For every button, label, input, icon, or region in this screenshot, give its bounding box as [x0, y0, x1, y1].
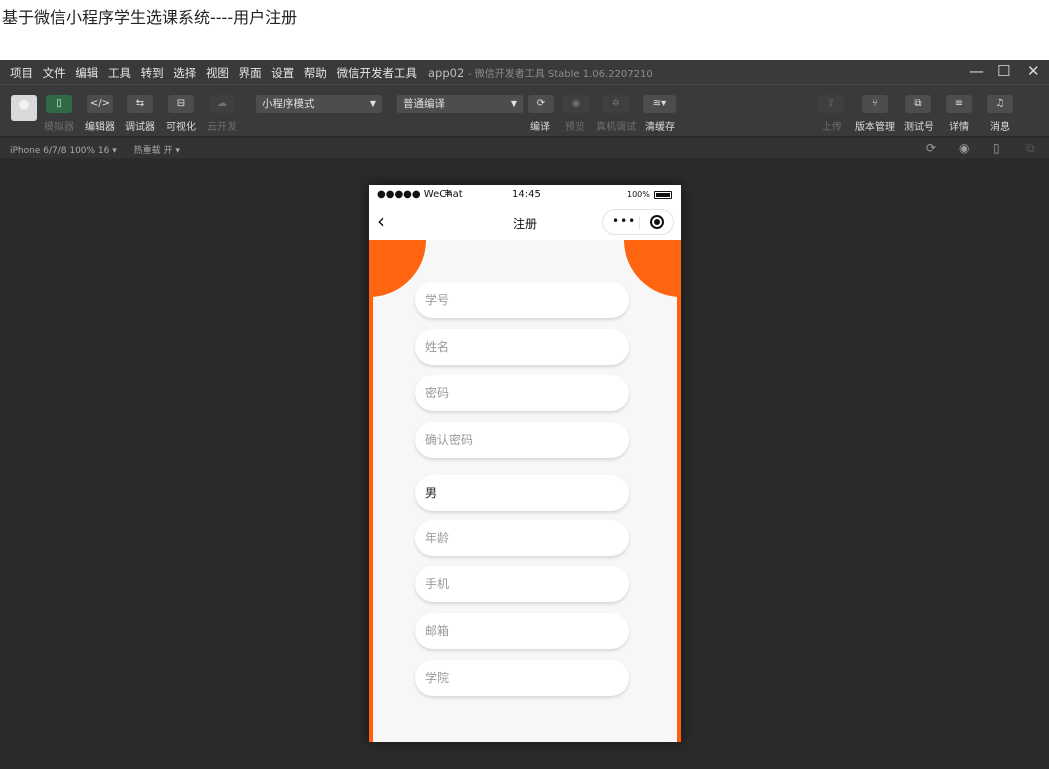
device-select[interactable]: iPhone 6/7/8 100% 16 ▾ [10, 146, 117, 156]
menu-item-tools[interactable]: 工具 [108, 66, 131, 80]
password-field[interactable] [415, 375, 629, 411]
confirm-password-input[interactable] [425, 423, 615, 457]
details-label: 详情 [949, 122, 969, 133]
window-title: app02 - 微信开发者工具 Stable 1.06.2207210 [428, 65, 653, 80]
minimize-icon[interactable]: — [969, 62, 984, 80]
phone-status-bar: ●●●●● WeChat ≋ 14:45 100% [369, 185, 681, 205]
menu-item-devtools[interactable]: 微信开发者工具 [337, 66, 418, 80]
devtools-window: 项目 文件 编辑 工具 转到 选择 视图 界面 设置 帮助 微信开发者工具 ap… [0, 60, 1049, 769]
accent-edge-right [677, 240, 681, 742]
chevron-down-icon: ▼ [510, 99, 517, 108]
menu-bar: 项目 文件 编辑 工具 转到 选择 视图 界面 设置 帮助 微信开发者工具 ap… [0, 60, 1049, 84]
phone-simulator: ●●●●● WeChat ≋ 14:45 100% ‹ 注册 ••• 学号 姓名… [369, 185, 681, 742]
menu-item-file[interactable]: 文件 [43, 66, 66, 80]
menu-item-interface[interactable]: 界面 [239, 66, 262, 80]
menu-icon[interactable]: ≡ [946, 95, 972, 113]
menu-item-select[interactable]: 选择 [173, 66, 196, 80]
external-icon[interactable]: ⧉ [905, 95, 931, 113]
editor-label: 编辑器 [85, 122, 115, 133]
battery-label: 100% [627, 190, 650, 199]
menu-item-view[interactable]: 视图 [206, 66, 229, 80]
cloud-label: 云开发 [207, 122, 237, 133]
debugger-label: 调试器 [125, 122, 155, 133]
phone-field[interactable] [415, 566, 629, 602]
debug-icon[interactable]: ⇆ [127, 95, 153, 113]
phone-icon[interactable]: ▯ [46, 95, 72, 113]
menu-item-project[interactable]: 项目 [10, 66, 33, 80]
upload-icon[interactable]: ⇪ [818, 95, 844, 113]
college-field[interactable] [415, 660, 629, 696]
messages-label: 消息 [990, 122, 1010, 133]
gender-value: 男 [425, 486, 438, 500]
menu-item-settings[interactable]: 设置 [271, 66, 294, 80]
layout-icon[interactable]: ⊟ [168, 95, 194, 113]
mode-select[interactable]: 小程序模式 ▼ [256, 95, 382, 113]
app-version: - 微信开发者工具 Stable 1.06.2207210 [467, 69, 653, 80]
email-field[interactable] [415, 613, 629, 649]
version-label: 版本管理 [855, 122, 895, 133]
email-input[interactable] [425, 614, 615, 648]
menu-item-edit[interactable]: 编辑 [75, 66, 98, 80]
bell-icon[interactable]: ♫ [987, 95, 1013, 113]
name-field[interactable] [415, 329, 629, 365]
student-id-field[interactable] [415, 282, 629, 318]
age-input[interactable] [425, 521, 615, 555]
refresh-icon[interactable]: ⟳ [926, 141, 936, 155]
toolbar: ▯ 模拟器 </> 编辑器 ⇆ 调试器 ⊟ 可视化 ☁ 云开发 小程序模式 ▼ … [0, 84, 1049, 136]
chevron-down-icon: ▼ [369, 99, 376, 108]
hot-reload-toggle[interactable]: 热重载 开 ▾ [134, 146, 180, 156]
refresh-icon[interactable]: ⟳ [528, 95, 554, 113]
simulator-label: 模拟器 [44, 122, 74, 133]
accent-edge-left [369, 240, 373, 742]
phone-icon[interactable]: ▯ [993, 141, 1000, 155]
more-icon[interactable]: ••• [612, 214, 636, 228]
eye-icon[interactable]: ◉ [563, 95, 589, 113]
layers-icon[interactable]: ≋▾ [643, 95, 676, 113]
preview-label: 预览 [565, 122, 585, 133]
menu-item-goto[interactable]: 转到 [141, 66, 164, 80]
clear-cache-label: 清缓存 [645, 122, 675, 133]
password-input[interactable] [425, 376, 615, 410]
register-form: 男 [369, 240, 681, 742]
simulator-status-bar: iPhone 6/7/8 100% 16 ▾ 热重载 开 ▾ ⟳ ◉ ▯ ⧉ [0, 138, 1049, 158]
project-name: app02 [428, 66, 465, 80]
record-icon[interactable]: ◉ [959, 141, 969, 155]
compile-select[interactable]: 普通编译 ▼ [397, 95, 523, 113]
branch-icon[interactable]: ⑂ [862, 95, 888, 113]
college-input[interactable] [425, 661, 615, 695]
accent-corner-right [624, 240, 681, 297]
mode-select-value: 小程序模式 [262, 98, 315, 110]
visual-label: 可视化 [166, 122, 196, 133]
upload-label: 上传 [822, 122, 842, 133]
page-caption: 基于微信小程序学生选课系统----用户注册 [2, 8, 298, 27]
compile-label: 编译 [530, 122, 550, 133]
test-account-label: 测试号 [904, 122, 934, 133]
name-input[interactable] [425, 330, 615, 364]
phone-input[interactable] [425, 567, 615, 601]
bug-icon[interactable]: ✲ [603, 95, 629, 113]
menu-item-help[interactable]: 帮助 [304, 66, 327, 80]
cloud-icon[interactable]: ☁ [209, 95, 235, 113]
nav-bar: ‹ 注册 ••• [369, 205, 681, 240]
remote-debug-label: 真机调试 [596, 122, 636, 133]
capsule-menu[interactable]: ••• [602, 209, 674, 235]
compile-select-value: 普通编译 [403, 98, 445, 110]
window-icon[interactable]: ⧉ [1026, 141, 1035, 156]
close-capsule-icon[interactable] [650, 215, 664, 229]
maximize-icon[interactable]: ☐ [997, 62, 1010, 80]
battery-icon [654, 191, 672, 199]
confirm-password-field[interactable] [415, 422, 629, 458]
student-id-input[interactable] [425, 283, 615, 317]
gender-picker[interactable]: 男 [415, 475, 629, 511]
clock-label: 14:45 [512, 189, 541, 200]
wifi-icon: ≋ [444, 188, 453, 199]
code-icon[interactable]: </> [87, 95, 113, 113]
close-icon[interactable]: ✕ [1027, 62, 1040, 80]
avatar[interactable] [11, 95, 37, 121]
age-field[interactable] [415, 520, 629, 556]
